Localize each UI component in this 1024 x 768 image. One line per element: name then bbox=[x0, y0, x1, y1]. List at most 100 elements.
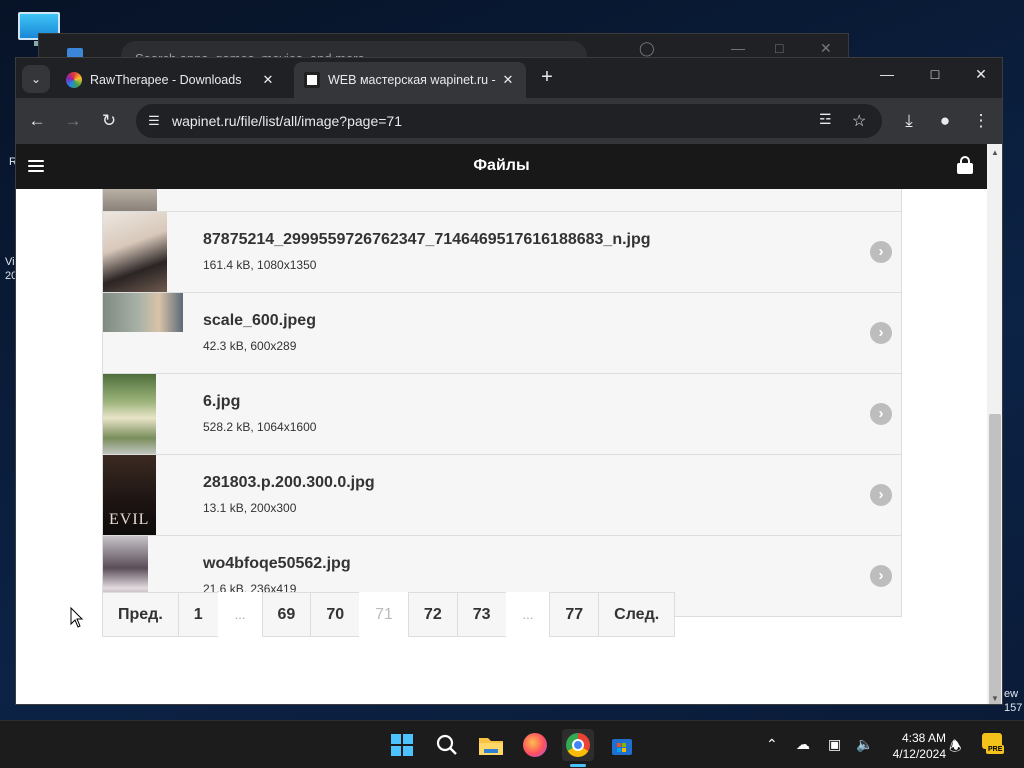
tab-search-button[interactable]: ⌄ bbox=[22, 65, 50, 93]
pagination-page[interactable]: 73 bbox=[456, 592, 507, 637]
folder-icon bbox=[479, 738, 503, 755]
clock-date: 4/12/2024 bbox=[892, 747, 946, 761]
maximize-icon[interactable]: □ bbox=[920, 66, 950, 88]
profile-icon: ● bbox=[939, 111, 951, 130]
downloads-button[interactable]: ⤓ bbox=[896, 108, 922, 134]
chrome-button[interactable] bbox=[562, 729, 594, 767]
chevron-right-icon[interactable]: › bbox=[870, 484, 892, 506]
file-meta: 13.1 kB, 200x300 bbox=[203, 501, 297, 515]
url-text[interactable]: wapinet.ru/file/list/all/image?page=71 bbox=[172, 113, 402, 129]
file-meta: 528.2 kB, 1064x1600 bbox=[203, 420, 317, 434]
pagination-ellipsis: ... bbox=[217, 592, 263, 637]
notification-bell-icon[interactable]: 🕭 bbox=[949, 736, 962, 760]
chevron-right-icon[interactable]: › bbox=[870, 241, 892, 263]
file-thumbnail bbox=[103, 374, 156, 454]
pagination-next[interactable]: След. bbox=[598, 592, 676, 637]
file-name[interactable]: 6.jpg bbox=[203, 393, 240, 411]
list-item[interactable]: 87875214_2999559726762347_71464695176161… bbox=[102, 212, 902, 293]
clock-time: 4:38 AM bbox=[901, 731, 946, 745]
list-item[interactable] bbox=[102, 189, 902, 212]
file-explorer-button[interactable] bbox=[475, 729, 507, 761]
file-thumbnail: EVIL bbox=[103, 455, 156, 535]
pre-badge-text: PRE bbox=[986, 745, 1005, 754]
store-button[interactable] bbox=[606, 729, 638, 761]
file-meta: 42.3 kB, 600x289 bbox=[203, 339, 297, 353]
close-tab-icon[interactable]: ✕ bbox=[498, 72, 518, 88]
file-meta: 161.4 kB, 1080x1350 bbox=[203, 258, 317, 272]
tab-wapinet[interactable]: WEB мастерская wapinet.ru - Фа ✕ bbox=[294, 62, 526, 98]
minimize-icon[interactable]: — bbox=[872, 66, 902, 88]
desktop-label-fragment: 157 bbox=[1004, 702, 1023, 714]
file-thumbnail bbox=[103, 293, 183, 332]
scrollbar-thumb[interactable] bbox=[989, 414, 1001, 704]
file-name[interactable]: wo4bfoqe50562.jpg bbox=[203, 555, 351, 573]
site-info-icon[interactable]: ☰ bbox=[146, 113, 162, 129]
chrome-icon bbox=[566, 733, 590, 757]
reload-button[interactable]: ↻ bbox=[96, 108, 122, 134]
file-name[interactable]: 281803.p.200.300.0.jpg bbox=[203, 474, 375, 492]
pagination-page[interactable]: 69 bbox=[261, 592, 312, 637]
arrow-right-icon: → bbox=[64, 111, 82, 130]
arrow-left-icon: ← bbox=[28, 111, 46, 130]
pagination-current-page: 71 bbox=[359, 592, 409, 637]
firefox-button[interactable] bbox=[519, 729, 551, 761]
tab-title: RawTherapee - Downloads bbox=[90, 73, 242, 87]
back-button[interactable]: ← bbox=[24, 108, 50, 134]
chevron-right-icon[interactable]: › bbox=[870, 322, 892, 344]
page-scrollbar[interactable]: ▲ ▼ bbox=[987, 144, 1002, 704]
minimize-icon[interactable]: — bbox=[731, 40, 745, 56]
wapinet-favicon-icon bbox=[304, 72, 320, 88]
lock-icon[interactable] bbox=[957, 156, 973, 174]
firefox-icon bbox=[523, 733, 547, 757]
address-bar[interactable]: ☰ wapinet.ru/file/list/all/image?page=71… bbox=[136, 104, 882, 138]
taskbar-clock[interactable]: 4:38 AM 4/12/2024 bbox=[880, 730, 946, 762]
scroll-up-icon[interactable]: ▲ bbox=[991, 148, 999, 157]
reload-icon: ↻ bbox=[101, 111, 117, 130]
browser-toolbar: ← → ↻ ☰ wapinet.ru/file/list/all/image?p… bbox=[16, 98, 1002, 144]
search-icon bbox=[436, 734, 457, 755]
download-icon: ⤓ bbox=[905, 111, 913, 130]
app-header: Файлы bbox=[16, 144, 987, 189]
chevron-right-icon[interactable]: › bbox=[870, 403, 892, 425]
forward-button[interactable]: → bbox=[60, 108, 86, 134]
start-button[interactable] bbox=[386, 729, 418, 761]
rawtherapee-favicon-icon bbox=[66, 72, 82, 88]
network-icon[interactable]: ▣ bbox=[828, 736, 841, 753]
file-thumbnail bbox=[103, 212, 167, 292]
account-icon[interactable]: ◯ bbox=[639, 40, 655, 57]
cloud-offline-icon[interactable]: ☁ bbox=[796, 736, 810, 753]
close-icon[interactable]: ✕ bbox=[820, 40, 832, 57]
thumbnail-caption: EVIL bbox=[109, 511, 150, 528]
chevron-right-icon[interactable]: › bbox=[870, 565, 892, 587]
close-window-icon[interactable]: ✕ bbox=[966, 66, 996, 88]
pagination: Пред. 1 ... 69 70 71 72 73 ... 77 След. bbox=[102, 592, 676, 637]
file-name[interactable]: 87875214_2999559726762347_71464695176161… bbox=[203, 231, 651, 249]
list-item[interactable]: scale_600.jpeg 42.3 kB, 600x289 › bbox=[102, 293, 902, 374]
browser-window: ⌄ RawTherapee - Downloads ✕ WEB мастерск… bbox=[15, 57, 1003, 705]
maximize-icon[interactable]: □ bbox=[775, 40, 783, 56]
tab-strip: ⌄ RawTherapee - Downloads ✕ WEB мастерск… bbox=[16, 58, 1002, 98]
pagination-ellipsis: ... bbox=[505, 592, 551, 637]
list-item[interactable]: 6.jpg 528.2 kB, 1064x1600 › bbox=[102, 374, 902, 455]
pagination-prev[interactable]: Пред. bbox=[102, 592, 179, 637]
taskbar: ⌃ ☁ ▣ 🔈 4:38 AM 4/12/2024 🕭 PRE bbox=[0, 720, 1024, 768]
list-item[interactable]: EVIL 281803.p.200.300.0.jpg 13.1 kB, 200… bbox=[102, 455, 902, 536]
translate-icon[interactable]: ☲ bbox=[819, 111, 832, 128]
pagination-page[interactable]: 72 bbox=[407, 592, 458, 637]
pagination-page[interactable]: 77 bbox=[549, 592, 600, 637]
scroll-down-icon[interactable]: ▼ bbox=[991, 694, 999, 703]
new-tab-button[interactable]: + bbox=[536, 66, 558, 88]
volume-muted-icon[interactable]: 🔈 bbox=[856, 736, 873, 753]
menu-button[interactable]: ⋮ bbox=[968, 108, 994, 134]
preview-badge[interactable]: PRE bbox=[980, 731, 1006, 757]
bookmark-star-icon[interactable]: ☆ bbox=[852, 111, 866, 131]
profile-button[interactable]: ● bbox=[932, 108, 958, 134]
search-button[interactable] bbox=[431, 729, 463, 761]
pagination-page[interactable]: 1 bbox=[177, 592, 219, 637]
close-tab-icon[interactable]: ✕ bbox=[258, 72, 278, 88]
pagination-page[interactable]: 70 bbox=[310, 592, 361, 637]
file-name[interactable]: scale_600.jpeg bbox=[203, 312, 316, 330]
page-title: Файлы bbox=[473, 157, 530, 174]
tab-rawtherapee[interactable]: RawTherapee - Downloads ✕ bbox=[56, 62, 286, 98]
show-hidden-icons-chevron-icon[interactable]: ⌃ bbox=[766, 736, 778, 753]
